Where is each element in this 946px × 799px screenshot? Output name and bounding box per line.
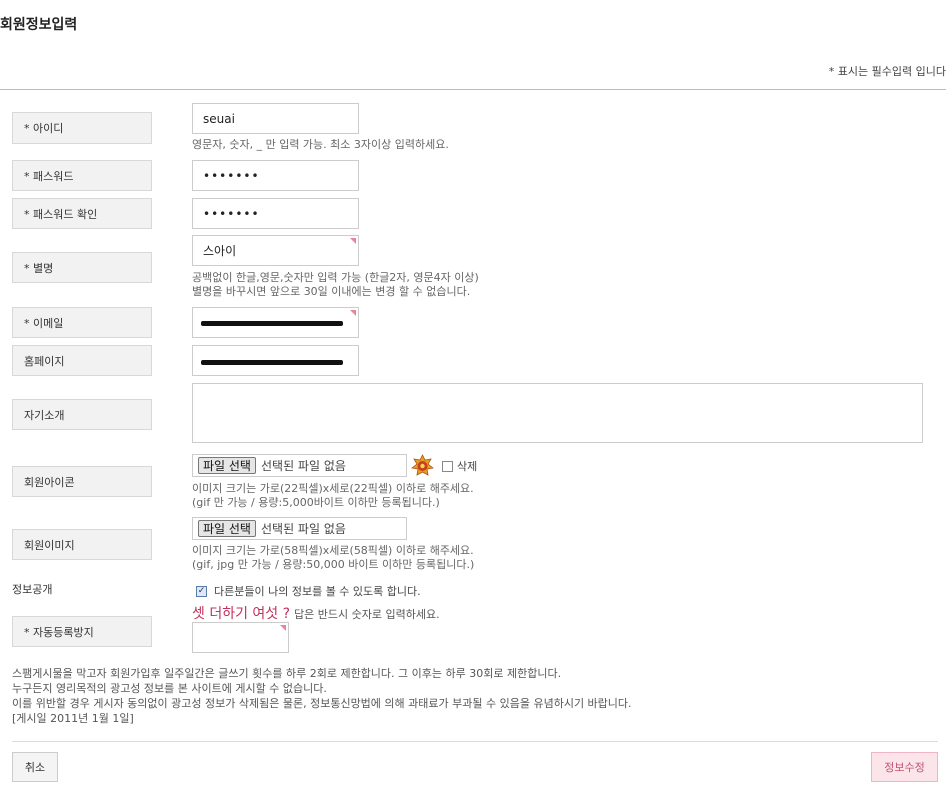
member-image-help: 이미지 크기는 가로(58픽셀)x세로(58픽셀) 이하로 해주세요. (gif… xyxy=(192,544,474,572)
homepage-input[interactable] xyxy=(192,345,359,376)
redacted-text xyxy=(201,321,343,326)
divider xyxy=(12,741,938,742)
password-input[interactable]: ••••••• xyxy=(192,160,359,191)
password-confirm-label: * 패스워드 확인 xyxy=(12,198,152,229)
public-info-checkbox-label: 다른분들이 나의 정보를 볼 수 있도록 합니다. xyxy=(214,585,421,598)
nickname-input[interactable]: 스아이 xyxy=(192,235,359,266)
intro-textarea[interactable] xyxy=(192,383,923,443)
email-label: * 이메일 xyxy=(12,307,152,338)
cancel-button[interactable]: 취소 xyxy=(12,752,58,782)
id-input[interactable]: seuai xyxy=(192,103,359,134)
captcha-input[interactable] xyxy=(192,622,289,653)
file-select-button[interactable]: 파일 선택 xyxy=(198,457,256,474)
notice-line: [게시일 2011년 1월 1일] xyxy=(12,712,134,725)
member-icon-help-line: 이미지 크기는 가로(22픽셀)x세로(22픽셀) 이하로 해주세요. xyxy=(192,482,474,495)
notice-line: 누구든지 영리목적의 광고성 정보를 본 사이트에 게시할 수 없습니다. xyxy=(12,682,327,695)
file-select-button[interactable]: 파일 선택 xyxy=(198,520,256,537)
member-icon-file-input[interactable]: 파일 선택 선택된 파일 없음 xyxy=(192,454,407,477)
submit-button[interactable]: 정보수정 xyxy=(871,752,938,782)
spam-notice: 스팸게시물을 막고자 회원가입후 일주일간은 글쓰기 횟수를 하루 2회로 제한… xyxy=(12,666,632,726)
intro-label: 자기소개 xyxy=(12,399,152,430)
password-label: * 패스워드 xyxy=(12,160,152,191)
divider xyxy=(0,89,946,90)
captcha-question-text: 셋 더하기 여섯 ? xyxy=(192,606,291,622)
notice-line: 스팸게시물을 막고자 회원가입후 일주일간은 글쓰기 횟수를 하루 2회로 제한… xyxy=(12,667,562,680)
required-note: * 표시는 필수입력 입니다 xyxy=(828,65,946,78)
captcha-label: * 자동등록방지 xyxy=(12,616,152,647)
captcha-question: 셋 더하기 여섯 ? 답은 반드시 숫자로 입력하세요. xyxy=(192,603,440,623)
nickname-help-line: 별명을 바꾸시면 앞으로 30일 이내에는 변경 할 수 없습니다. xyxy=(192,285,471,298)
captcha-help: 답은 반드시 숫자로 입력하세요. xyxy=(294,608,440,621)
page-title: 회원정보입력 xyxy=(0,17,78,33)
nickname-label: * 별명 xyxy=(12,252,152,283)
email-input[interactable] xyxy=(192,307,359,338)
member-image-file-input[interactable]: 파일 선택 선택된 파일 없음 xyxy=(192,517,407,540)
member-image-help-line: (gif, jpg 만 가능 / 용량:50,000 바이트 이하만 등록됩니다… xyxy=(192,558,475,571)
public-info-option[interactable]: ✓ 다른분들이 나의 정보를 볼 수 있도록 합니다. xyxy=(196,583,421,599)
member-image-help-line: 이미지 크기는 가로(58픽셀)x세로(58픽셀) 이하로 해주세요. xyxy=(192,544,474,557)
nickname-help-line: 공백없이 한글,영문,숫자만 입력 가능 (한글2자, 영문4자 이상) xyxy=(192,271,479,284)
redacted-text xyxy=(201,360,343,365)
member-icon-help: 이미지 크기는 가로(22픽셀)x세로(22픽셀) 이하로 해주세요. (gif… xyxy=(192,482,474,510)
public-info-checkbox[interactable]: ✓ xyxy=(196,585,207,597)
delete-checkbox[interactable] xyxy=(442,460,453,472)
member-icon-image xyxy=(411,454,434,476)
public-info-label: 정보공개 xyxy=(12,583,53,596)
nickname-help: 공백없이 한글,영문,숫자만 입력 가능 (한글2자, 영문4자 이상) 별명을… xyxy=(192,271,479,299)
delete-option[interactable]: 삭제 xyxy=(442,458,477,474)
file-status: 선택된 파일 없음 xyxy=(260,459,346,473)
member-icon-help-line: (gif 만 가능 / 용량:5,000바이트 이하만 등록됩니다.) xyxy=(192,496,440,509)
id-label: * 아이디 xyxy=(12,112,152,144)
member-image-label: 회원이미지 xyxy=(12,529,152,560)
notice-line: 이를 위반할 경우 게시자 동의없이 광고성 정보가 삭제됨은 물론, 정보통신… xyxy=(12,697,632,710)
id-help: 영문자, 숫자, _ 만 입력 가능. 최소 3자이상 입력하세요. xyxy=(192,138,449,151)
password-confirm-input[interactable]: ••••••• xyxy=(192,198,359,229)
delete-label: 삭제 xyxy=(457,460,478,473)
homepage-label: 홈페이지 xyxy=(12,345,152,376)
file-status: 선택된 파일 없음 xyxy=(260,522,346,536)
member-icon-label: 회원아이콘 xyxy=(12,466,152,497)
